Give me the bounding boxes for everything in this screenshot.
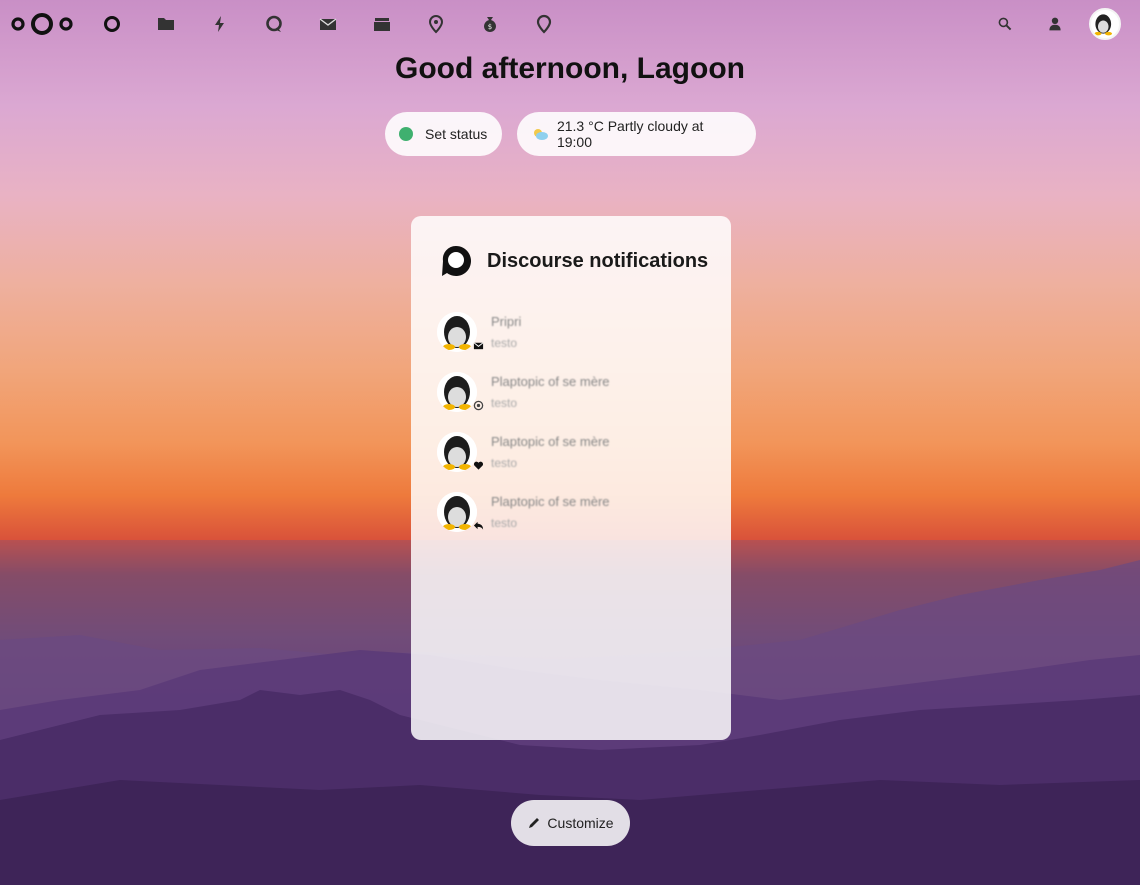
- notification-title: Plaptopic of se mère: [491, 494, 610, 509]
- notification-item[interactable]: Plaptopic of se mère testo: [437, 372, 707, 418]
- customize-label: Customize: [547, 815, 614, 831]
- money-icon[interactable]: $: [478, 12, 502, 36]
- talk-icon[interactable]: [262, 12, 286, 36]
- notification-subtitle: testo: [491, 396, 518, 410]
- greeting-heading: Good afternoon, Lagoon: [395, 52, 745, 85]
- notification-title: Plaptopic of se mère: [491, 374, 610, 389]
- widget-title: Discourse notifications: [487, 249, 709, 272]
- deck-icon[interactable]: [370, 12, 394, 36]
- top-header: $: [0, 0, 1140, 48]
- svg-text:$: $: [488, 23, 492, 31]
- set-status-label: Set status: [425, 126, 488, 142]
- weather-status-button[interactable]: 21.3 °C Partly cloudy at 19:00: [517, 112, 756, 156]
- discourse-widget: Discourse notifications Pripri testo Pla…: [411, 216, 731, 740]
- at-icon: [471, 398, 485, 412]
- discourse-icon: [442, 245, 471, 276]
- nextcloud-logo-icon[interactable]: [10, 10, 74, 38]
- maps-icon[interactable]: [424, 12, 448, 36]
- notification-subtitle: testo: [491, 456, 518, 470]
- notification-item[interactable]: Pripri testo: [437, 312, 707, 358]
- mail-icon[interactable]: [316, 12, 340, 36]
- search-icon[interactable]: [993, 12, 1017, 36]
- files-icon[interactable]: [154, 12, 178, 36]
- notification-title: Plaptopic of se mère: [491, 434, 610, 449]
- envelope-icon: [471, 338, 485, 352]
- notification-item[interactable]: Plaptopic of se mère testo: [437, 432, 707, 478]
- widget-header: Discourse notifications: [439, 244, 708, 278]
- status-online-icon: [399, 127, 413, 141]
- partly-cloudy-icon: [533, 129, 548, 140]
- customize-button[interactable]: Customize: [511, 800, 630, 846]
- set-status-button[interactable]: Set status: [385, 112, 502, 156]
- notification-subtitle: testo: [491, 336, 518, 350]
- notification-title: Pripri: [491, 314, 522, 329]
- weather-label: 21.3 °C Partly cloudy at 19:00: [556, 118, 704, 150]
- heart-icon: [471, 458, 485, 472]
- location-icon[interactable]: [532, 12, 556, 36]
- dashboard-icon[interactable]: [100, 12, 124, 36]
- notification-subtitle: testo: [491, 516, 518, 530]
- contacts-icon[interactable]: [1043, 12, 1067, 36]
- reply-icon: [471, 518, 485, 532]
- notification-item[interactable]: Plaptopic of se mère testo: [437, 492, 707, 538]
- user-avatar[interactable]: [1089, 8, 1121, 40]
- activity-icon[interactable]: [208, 12, 232, 36]
- pencil-icon: [529, 818, 540, 828]
